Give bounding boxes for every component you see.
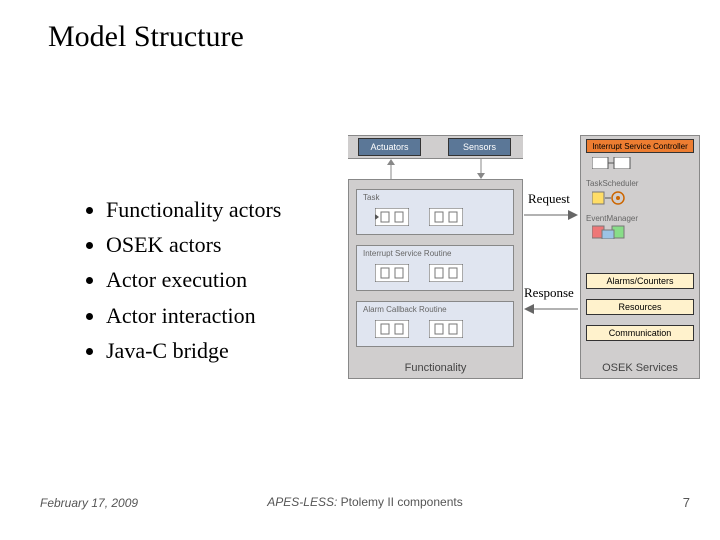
request-arrow <box>524 209 578 221</box>
response-arrow <box>524 303 578 315</box>
alarms-box: Alarms/Counters <box>586 273 694 289</box>
isc-icon <box>592 157 632 169</box>
osek-title: OSEK Services <box>602 362 678 378</box>
actor-icon <box>375 208 409 226</box>
slide-title: Model Structure <box>48 20 244 54</box>
isr-label: Interrupt Service Routine <box>363 249 452 258</box>
actor-icon <box>375 264 409 282</box>
scheduler-icon <box>592 191 636 205</box>
list-item: Actor execution <box>106 262 281 297</box>
functionality-title: Functionality <box>405 362 467 378</box>
footer-caption: APES-LESS: Ptolemy II components <box>267 495 462 509</box>
event-manager-label: EventManager <box>586 212 694 224</box>
actor-icon <box>429 320 463 338</box>
alarm-cb-box: Alarm Callback Routine <box>356 301 514 347</box>
task-scheduler-label: TaskScheduler <box>586 177 694 189</box>
slide-footer: February 17, 2009 APES-LESS: Ptolemy II … <box>40 495 690 510</box>
arrow-down-sensors <box>474 159 488 179</box>
osek-column: OSEK Services <box>580 135 700 379</box>
footer-date: February 17, 2009 <box>40 496 138 510</box>
architecture-diagram: Actuators Sensors Functionality Task Int… <box>328 135 698 395</box>
list-item: Functionality actors <box>106 192 281 227</box>
actor-icon <box>429 208 463 226</box>
isr-box: Interrupt Service Routine <box>356 245 514 291</box>
list-item: Actor interaction <box>106 298 281 333</box>
list-item: Java-C bridge <box>106 333 281 368</box>
communication-box: Communication <box>586 325 694 341</box>
footer-caption-rest: Ptolemy II components <box>337 495 462 509</box>
task-label: Task <box>363 193 379 202</box>
list-item: OSEK actors <box>106 227 281 262</box>
isc-box: Interrupt Service Controller <box>586 139 694 153</box>
eventmgr-icon <box>592 225 636 239</box>
bullet-list: Functionality actors OSEK actors Actor e… <box>48 192 281 368</box>
sensors-box: Sensors <box>448 138 511 156</box>
resources-box: Resources <box>586 299 694 315</box>
arrow-up-actuators <box>384 159 398 179</box>
response-label: Response <box>524 285 574 301</box>
request-label: Request <box>528 191 570 207</box>
actor-icon <box>375 320 409 338</box>
alarm-cb-label: Alarm Callback Routine <box>363 305 447 314</box>
footer-page: 7 <box>683 495 690 510</box>
task-box: Task <box>356 189 514 235</box>
actor-icon <box>429 264 463 282</box>
actuators-box: Actuators <box>358 138 421 156</box>
footer-caption-prefix: APES-LESS: <box>267 495 337 509</box>
